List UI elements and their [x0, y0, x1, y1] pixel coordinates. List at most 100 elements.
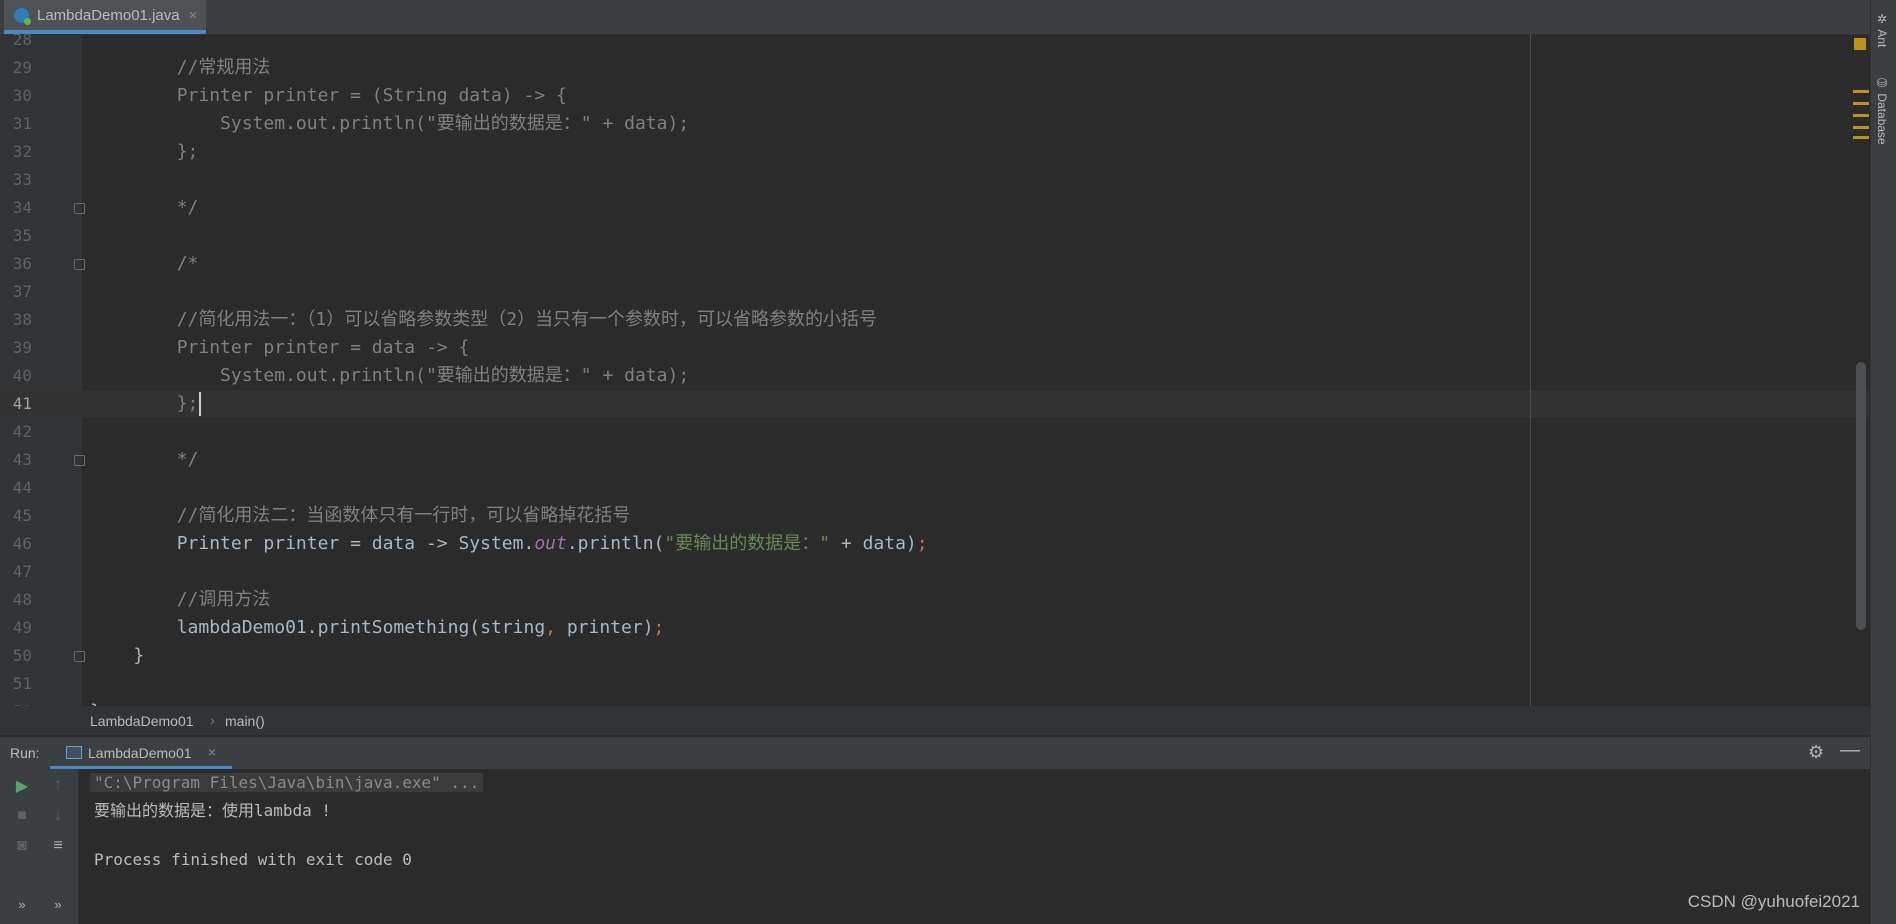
line-number: 45: [12, 506, 32, 525]
code-line[interactable]: 37: [0, 278, 1868, 306]
code-token: */: [90, 197, 199, 218]
run-panel-label: Run:: [10, 745, 40, 761]
error-stripe-marker[interactable]: [1853, 114, 1869, 117]
error-stripe-marker[interactable]: [1853, 126, 1869, 129]
code-line[interactable]: 48 //调用方法: [0, 586, 1868, 614]
code-token: //常规用法: [90, 57, 271, 78]
run-panel-header: Run: LambdaDemo01 × ⚙ —: [0, 736, 1870, 770]
breadcrumb-class[interactable]: LambdaDemo01: [90, 713, 194, 729]
line-number: 35: [12, 226, 32, 245]
console-command-line[interactable]: "C:\Program Files\Java\bin\java.exe" ...: [90, 773, 484, 792]
code-line[interactable]: 52}: [0, 698, 1868, 706]
line-number: 43: [12, 450, 32, 469]
code-editor[interactable]: 28 29 //常规用法 30 Printer printer = (String …: [0, 34, 1868, 706]
gear-icon[interactable]: ⚙: [1808, 742, 1824, 763]
code-line[interactable]: 40 System.out.println("要输出的数据是：" + data)…: [0, 362, 1868, 390]
fold-marker-icon[interactable]: [74, 651, 85, 662]
down-arrow-icon[interactable]: ↓: [47, 807, 69, 825]
more-actions-icon[interactable]: »: [11, 897, 33, 912]
minimize-icon[interactable]: —: [1840, 739, 1860, 762]
run-tab-label: LambdaDemo01: [88, 745, 192, 761]
code-line[interactable]: 43 */: [0, 446, 1868, 474]
stop-icon[interactable]: ■: [11, 807, 33, 825]
database-tool-window-button[interactable]: ⛁ Database: [1875, 76, 1889, 145]
breadcrumb-method[interactable]: main(): [225, 713, 265, 729]
code-line[interactable]: 33: [0, 166, 1868, 194]
code-text: }: [90, 642, 144, 670]
code-line[interactable]: 49 lambdaDemo01.printSomething(string, p…: [0, 614, 1868, 642]
code-text: Printer printer = (String data) -> {: [90, 82, 567, 110]
right-margin-guide: [1530, 34, 1531, 706]
code-token: //简化用法一：（1）可以省略参数类型（2）当只有一个参数时，可以省略参数的小括…: [90, 309, 878, 330]
rerun-icon[interactable]: ▶: [11, 776, 33, 796]
code-line[interactable]: 38 //简化用法一：（1）可以省略参数类型（2）当只有一个参数时，可以省略参数…: [0, 306, 1868, 334]
fold-marker-icon[interactable]: [74, 455, 85, 466]
breadcrumb-separator: ›: [210, 712, 215, 728]
code-line[interactable]: 39 Printer printer = data -> {: [0, 334, 1868, 362]
code-line[interactable]: 29 //常规用法: [0, 54, 1868, 82]
code-token: ;: [916, 533, 928, 554]
line-number: 38: [12, 310, 32, 329]
code-token: };: [90, 393, 199, 414]
line-number: 34: [12, 198, 32, 217]
code-token: + data): [830, 533, 917, 554]
code-token: lambdaDemo01.printSomething(string: [90, 617, 546, 638]
code-token: System.out.println("要输出的数据是：" + data);: [90, 365, 690, 386]
code-line[interactable]: 34 */: [0, 194, 1868, 222]
code-token: //调用方法: [90, 589, 271, 610]
code-text: Printer printer = data -> {: [90, 334, 470, 362]
code-line[interactable]: 45 //简化用法二：当函数体只有一行时，可以省略掉花括号: [0, 502, 1868, 530]
up-arrow-icon[interactable]: ↑: [47, 776, 69, 794]
warning-status-icon[interactable]: [1854, 38, 1866, 50]
soft-wrap-icon[interactable]: ≡: [47, 837, 69, 855]
line-number: 44: [12, 478, 32, 497]
code-token: /*: [90, 253, 199, 274]
code-text: /*: [90, 250, 199, 278]
console-output[interactable]: "C:\Program Files\Java\bin\java.exe" ...…: [80, 769, 1870, 924]
line-number: 32: [12, 142, 32, 161]
code-text: //简化用法一：（1）可以省略参数类型（2）当只有一个参数时，可以省略参数的小括…: [90, 306, 877, 334]
database-label: Database: [1875, 93, 1889, 145]
code-line[interactable]: 28: [0, 34, 1868, 54]
code-text: };: [90, 390, 199, 418]
code-token: printer): [556, 617, 654, 638]
run-tab-lambdademo01[interactable]: LambdaDemo01 ×: [50, 737, 232, 769]
code-line[interactable]: 50 }: [0, 642, 1868, 670]
code-line[interactable]: 44: [0, 474, 1868, 502]
code-line[interactable]: 51: [0, 670, 1868, 698]
close-run-tab-icon[interactable]: ×: [208, 744, 216, 760]
code-line[interactable]: 35: [0, 222, 1868, 250]
error-stripe-marker[interactable]: [1853, 90, 1869, 93]
code-line[interactable]: 41 };: [0, 390, 1868, 418]
line-number: 51: [12, 674, 32, 693]
fold-marker-icon[interactable]: [74, 259, 85, 270]
code-line[interactable]: 46 Printer printer = data -> System.out.…: [0, 530, 1868, 558]
line-number: 41: [12, 394, 32, 413]
error-stripe-marker[interactable]: [1853, 102, 1869, 105]
code-line[interactable]: 36 /*: [0, 250, 1868, 278]
code-token: out: [534, 533, 567, 554]
code-line[interactable]: 32 };: [0, 138, 1868, 166]
close-tab-icon[interactable]: ×: [189, 7, 198, 24]
code-line[interactable]: 47: [0, 558, 1868, 586]
fold-marker-icon[interactable]: [74, 203, 85, 214]
line-number: 50: [12, 646, 32, 665]
code-token: .println(: [566, 533, 665, 554]
code-line[interactable]: 42: [0, 418, 1868, 446]
ant-tool-window-button[interactable]: ✲ Ant: [1875, 12, 1889, 47]
code-token: //简化用法二：当函数体只有一行时，可以省略掉花括号: [90, 505, 631, 526]
editor-tab-label: LambdaDemo01.java: [37, 6, 180, 24]
error-stripe-marker[interactable]: [1853, 136, 1869, 139]
editor-scrollbar-thumb[interactable]: [1856, 362, 1866, 630]
code-line[interactable]: 31 System.out.println("要输出的数据是：" + data)…: [0, 110, 1868, 138]
code-line[interactable]: 30 Printer printer = (String data) -> {: [0, 82, 1868, 110]
camera-icon[interactable]: ◙: [11, 837, 33, 855]
line-number: 37: [12, 282, 32, 301]
editor-tab-lambdademo01[interactable]: LambdaDemo01.java ×: [4, 0, 206, 34]
run-toolbar: ▶ ↑ ■ ↓ ◙ ≡ » »: [0, 769, 79, 924]
code-token: }: [90, 645, 145, 666]
line-number: 36: [12, 254, 32, 273]
code-text: lambdaDemo01.printSomething(string, prin…: [90, 614, 665, 642]
more-actions-icon[interactable]: »: [47, 897, 69, 912]
code-text: }: [90, 698, 101, 706]
